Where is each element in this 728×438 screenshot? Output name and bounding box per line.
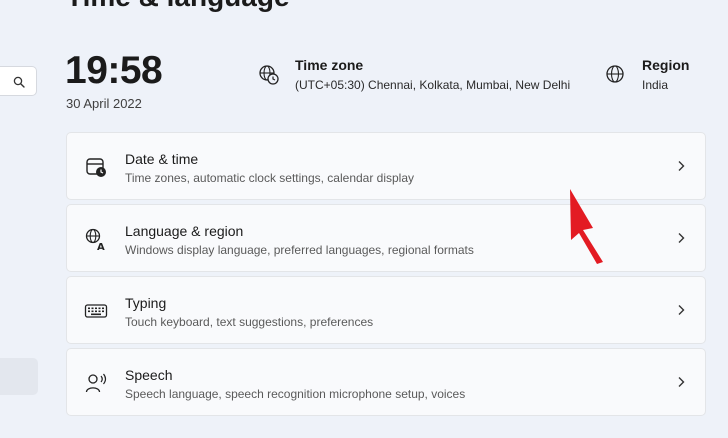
globe-clock-icon bbox=[259, 65, 279, 85]
language-icon: A bbox=[85, 228, 105, 251]
search-icon bbox=[13, 76, 25, 88]
calendar-clock-icon bbox=[86, 158, 106, 177]
search-box[interactable] bbox=[0, 66, 37, 96]
sidebar-item-selected[interactable] bbox=[0, 358, 38, 395]
globe-icon bbox=[606, 65, 624, 83]
timezone-label: Time zone bbox=[295, 57, 364, 73]
card-title: Language & region bbox=[125, 223, 244, 239]
page-title: Time & language bbox=[66, 0, 290, 13]
chevron-right-icon bbox=[678, 305, 685, 315]
region-value: India bbox=[642, 78, 669, 92]
chevron-right-icon bbox=[678, 161, 685, 171]
svg-text:A: A bbox=[97, 242, 105, 251]
typing-card[interactable]: Typing Touch keyboard, text suggestions,… bbox=[66, 276, 706, 344]
annotation-arrow-icon bbox=[570, 189, 603, 264]
card-title: Speech bbox=[125, 367, 173, 383]
card-subtitle: Speech language, speech recognition micr… bbox=[125, 387, 466, 401]
language-region-card[interactable]: A Language & region Windows display lang… bbox=[66, 204, 706, 272]
card-title: Typing bbox=[125, 295, 167, 311]
region-label: Region bbox=[642, 57, 690, 73]
clock-date: 30 April 2022 bbox=[66, 96, 142, 111]
timezone-value: (UTC+05:30) Chennai, Kolkata, Mumbai, Ne… bbox=[295, 78, 571, 92]
card-subtitle: Time zones, automatic clock settings, ca… bbox=[125, 171, 415, 185]
keyboard-icon bbox=[84, 304, 108, 318]
speech-icon bbox=[85, 373, 107, 393]
clock-time: 19:58 bbox=[65, 49, 163, 92]
speech-card[interactable]: Speech Speech language, speech recogniti… bbox=[66, 348, 706, 416]
card-title: Date & time bbox=[125, 151, 199, 167]
chevron-right-icon bbox=[678, 233, 685, 243]
date-time-card[interactable]: Date & time Time zones, automatic clock … bbox=[66, 132, 706, 200]
card-subtitle: Touch keyboard, text suggestions, prefer… bbox=[125, 315, 374, 329]
sidebar bbox=[0, 0, 48, 438]
card-subtitle: Windows display language, preferred lang… bbox=[125, 243, 474, 257]
chevron-right-icon bbox=[678, 377, 685, 387]
